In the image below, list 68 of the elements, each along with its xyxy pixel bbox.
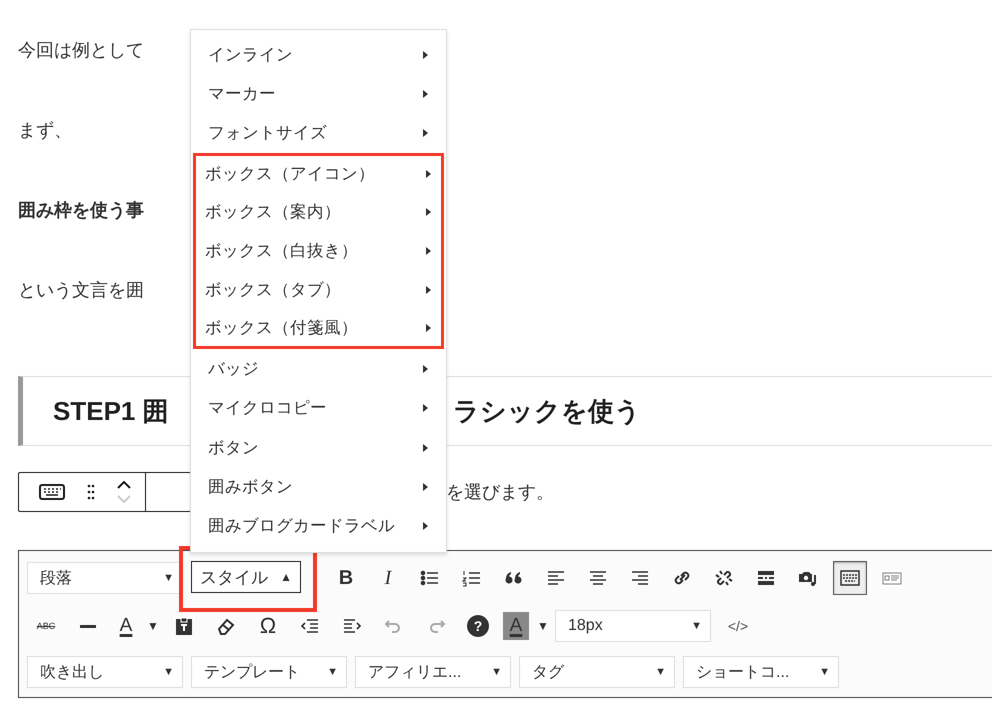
unlink-icon (713, 568, 735, 588)
indent-icon (341, 616, 363, 636)
menu-item[interactable]: 囲みボタン (193, 467, 444, 507)
paragraph-text: という文言を囲 (17, 279, 145, 302)
help-button[interactable]: ? (467, 615, 489, 637)
italic-button[interactable]: I (371, 561, 405, 595)
paragraph-text: まず、 (17, 119, 73, 142)
menu-item[interactable]: ボックス（白抜き） (193, 231, 444, 271)
submenu-arrow-icon (423, 129, 428, 138)
format-dropdown[interactable]: アフィリエ... ▼ (355, 656, 511, 688)
menu-item[interactable]: フォントサイズ (193, 114, 444, 153)
menu-item[interactable]: ボックス（アイコン） (193, 152, 444, 192)
submenu-arrow-icon (423, 50, 428, 59)
menu-item[interactable]: ボタン (193, 428, 444, 468)
keyboard-icon (839, 568, 861, 588)
menu-item[interactable]: 囲みブログカードラベル (193, 506, 444, 546)
numbers-icon (461, 568, 483, 588)
code-button[interactable]: </> (721, 609, 755, 643)
bold-button[interactable]: B (329, 561, 363, 595)
format-dropdown[interactable]: 18px ▼ (555, 610, 711, 642)
submenu-arrow-icon (426, 324, 431, 332)
submenu-arrow-icon (426, 170, 431, 178)
format-dropdown[interactable]: 吹き出し ▼ (27, 656, 183, 688)
more-icon (755, 568, 777, 588)
heading-text: ラシックを使う (453, 394, 641, 428)
color-button[interactable]: A (113, 612, 139, 640)
paste-icon (173, 616, 195, 636)
submenu-arrow-icon (423, 522, 428, 530)
submenu-arrow-icon (426, 247, 431, 256)
submenu-arrow-icon (423, 404, 428, 412)
submenu-arrow-icon (426, 208, 431, 216)
menu-item[interactable]: ボックス（付箋風） (193, 310, 444, 350)
color-button[interactable]: A (503, 612, 529, 640)
eraser-icon (215, 616, 237, 636)
alignright-icon (629, 568, 651, 588)
keyboard-button[interactable] (833, 561, 867, 595)
paragraph-text: を選びます。 (446, 481, 554, 504)
submenu-arrow-icon (423, 365, 428, 374)
menu-item[interactable]: ボックス（タブ） (193, 270, 444, 310)
menu-item[interactable]: インライン (193, 35, 444, 74)
submenu-arrow-icon (423, 444, 428, 452)
symbol-button[interactable]: Ω (251, 609, 285, 643)
aligncenter-icon (587, 568, 609, 588)
strike-button[interactable]: ABC (29, 609, 63, 643)
heading-text: STEP1 囲 (53, 396, 169, 426)
submenu-arrow-icon (426, 286, 431, 294)
paragraph-text: 今回は例として (17, 39, 145, 62)
outdent-icon (299, 616, 321, 636)
move-up-icon[interactable] (117, 481, 131, 489)
caret-button[interactable]: ▼ (535, 609, 551, 643)
alignleft-icon (545, 568, 567, 588)
keyboard-icon[interactable] (39, 484, 65, 500)
caret-button[interactable]: ▼ (145, 609, 161, 643)
hr-icon (80, 624, 96, 628)
menu-item[interactable]: ボックス（案内） (193, 192, 444, 232)
menu-item[interactable]: バッジ (193, 349, 444, 389)
format-dropdown[interactable]: タグ ▼ (519, 656, 675, 688)
submenu-arrow-icon (423, 90, 428, 98)
drag-handle-icon[interactable] (87, 484, 95, 500)
style-dropdown[interactable]: スタイル ▲ (191, 561, 301, 593)
move-down-icon (117, 495, 131, 503)
submenu-arrow-icon (423, 482, 428, 491)
menu-item[interactable]: マイクロコピー (193, 388, 444, 428)
format-dropdown[interactable]: ショートコ... ▼ (683, 656, 839, 688)
bullets-icon (419, 568, 441, 588)
paragraph-text: 囲み枠を使う事 (17, 199, 145, 222)
menu-item[interactable]: マーカー (193, 74, 444, 114)
format-dropdown[interactable]: テンプレート ▼ (191, 656, 347, 688)
